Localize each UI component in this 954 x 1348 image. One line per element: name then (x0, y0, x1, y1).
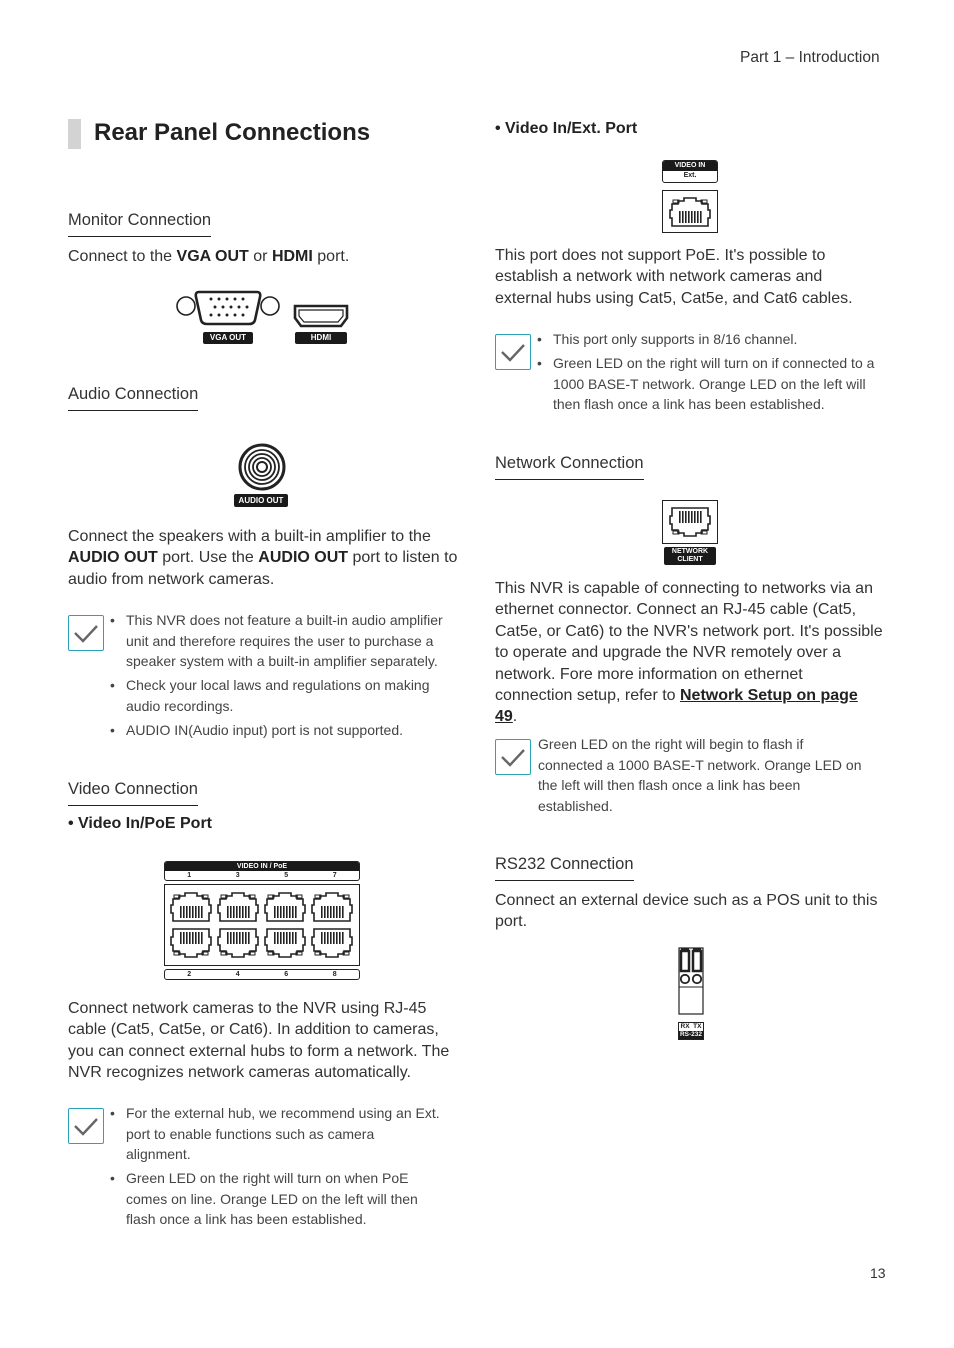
network-note: Green LED on the right will begin to fla… (538, 736, 862, 814)
rj45-port-icon (669, 197, 711, 227)
rj45-port (311, 892, 353, 922)
video-ext-text: This port does not support PoE. It's pos… (495, 247, 853, 307)
vga-port-icon (176, 290, 280, 326)
title-accent-bar (68, 119, 81, 149)
rj45-port (170, 928, 212, 958)
rj45-port (217, 928, 259, 958)
rs232-text: Connect an external device such as a POS… (495, 892, 878, 931)
rs232-terminal-icon (678, 947, 704, 1015)
note-check-icon (68, 1108, 104, 1144)
monitor-text: Connect to the VGA OUT or HDMI port. (68, 246, 349, 267)
audio-section: Audio Connection (68, 385, 199, 411)
video-ext-note-item: This port only supports in 8/16 channel. (537, 329, 882, 350)
video-ext-notes: This port only supports in 8/16 channel.… (537, 329, 882, 418)
video-poe-subheading: Video In/PoE Port (68, 815, 212, 833)
bottom-port-numbers: 2 4 6 8 (164, 969, 360, 980)
network-label-line2: CLIENT (677, 556, 703, 563)
monitor-section: Monitor Connection (68, 211, 212, 237)
rj45-port-icon (669, 507, 711, 537)
network-port-figure: NETWORK CLIENT (662, 500, 718, 566)
port-number: 5 (284, 872, 289, 879)
port-number: 6 (284, 971, 289, 978)
video-note-item: For the external hub, we recommend using… (110, 1103, 440, 1165)
video-in-label: VIDEO IN (663, 161, 717, 171)
port-number: 2 (187, 971, 192, 978)
monitor-text-mid: or (248, 248, 272, 265)
network-text-body: This NVR is capable of connecting to net… (495, 580, 883, 705)
rs232-section: RS232 Connection (495, 855, 634, 881)
note-check-icon (68, 615, 104, 651)
hdmi-port-icon (293, 304, 349, 328)
video-ext-port-figure: VIDEO IN Ext. (662, 160, 718, 236)
port-number: 7 (332, 872, 337, 879)
network-label-line1: NETWORK (671, 548, 709, 555)
network-text: This NVR is capable of connecting to net… (495, 578, 883, 728)
rs232-label: RX TX RS-232 (678, 1022, 704, 1040)
video-ext-note-item: Green LED on the right will turn on if c… (537, 353, 882, 415)
audio-note-item: This NVR does not feature a built-in aud… (110, 610, 455, 672)
rj45-port (264, 928, 306, 958)
audio-text-b1: AUDIO OUT (68, 549, 158, 567)
monitor-text-post: port. (312, 248, 350, 265)
audio-jack-icon (238, 443, 286, 491)
video-text: Connect network cameras to the NVR using… (68, 1000, 450, 1082)
page-number: 13 (870, 1265, 886, 1281)
page-title: Rear Panel Connections (94, 119, 371, 146)
network-heading: Network Connection (495, 454, 644, 480)
rj45-port (170, 892, 212, 922)
note-check-icon (495, 739, 531, 775)
audio-text-b2: AUDIO OUT (258, 549, 349, 567)
audio-note-item: Check your local laws and regulations on… (110, 675, 455, 716)
video-poe-panel: VIDEO IN / PoE 1 3 5 7 2 4 6 8 (164, 861, 360, 981)
audio-text: Connect the speakers with a built-in amp… (68, 526, 463, 590)
rs232-heading: RS232 Connection (495, 855, 634, 881)
rj45-port (217, 892, 259, 922)
rs232-name-label: RS-232 (679, 1031, 703, 1039)
audio-heading: Audio Connection (68, 385, 199, 411)
rs232-port-figure: RX TX RS-232 (678, 947, 704, 1040)
audio-text-p2: port. Use the (157, 549, 259, 567)
video-poe-panel-label: VIDEO IN / PoE (165, 862, 359, 871)
vga-port-figure: VGA OUT (173, 288, 283, 348)
port-number: 3 (235, 872, 240, 879)
note-check-icon (495, 334, 531, 370)
audio-note-item: AUDIO IN(Audio input) port is not suppor… (110, 720, 455, 741)
port-number: 4 (235, 971, 240, 978)
network-section: Network Connection (495, 454, 644, 480)
rs232-rx-tx-label: RX TX (680, 1023, 702, 1030)
video-notes: For the external hub, we recommend using… (110, 1103, 440, 1233)
monitor-heading: Monitor Connection (68, 211, 212, 237)
ext-label: Ext. (683, 172, 697, 179)
video-section: Video Connection (68, 780, 198, 806)
port-number: 1 (187, 872, 192, 879)
monitor-text-pre: Connect to the (68, 248, 177, 265)
top-port-numbers: 1 3 5 7 (165, 871, 359, 880)
audio-out-figure: AUDIO OUT (234, 443, 290, 509)
rj45-port-grid (170, 892, 353, 958)
video-ext-subheading: Video In/Ext. Port (495, 120, 637, 138)
hdmi-label: HDMI (295, 332, 347, 344)
video-heading: Video Connection (68, 780, 198, 806)
network-client-label: NETWORK CLIENT (664, 547, 716, 565)
rj45-port (669, 507, 711, 537)
vga-out-label: VGA OUT (203, 332, 253, 344)
monitor-hdmi-bold: HDMI (271, 248, 313, 265)
rj45-port (264, 892, 306, 922)
audio-notes: This NVR does not feature a built-in aud… (110, 610, 455, 744)
page-header-part: Part 1 – Introduction (740, 49, 880, 66)
rj45-port (669, 197, 711, 227)
port-number: 8 (332, 971, 337, 978)
audio-out-label: AUDIO OUT (234, 494, 288, 507)
network-text-end: . (512, 708, 518, 726)
video-note-item: Green LED on the right will turn on when… (110, 1168, 440, 1230)
monitor-vga-bold: VGA OUT (176, 248, 249, 265)
audio-text-p1: Connect the speakers with a built-in amp… (68, 528, 431, 545)
hdmi-port-figure: HDMI (292, 303, 350, 348)
rj45-port (311, 928, 353, 958)
